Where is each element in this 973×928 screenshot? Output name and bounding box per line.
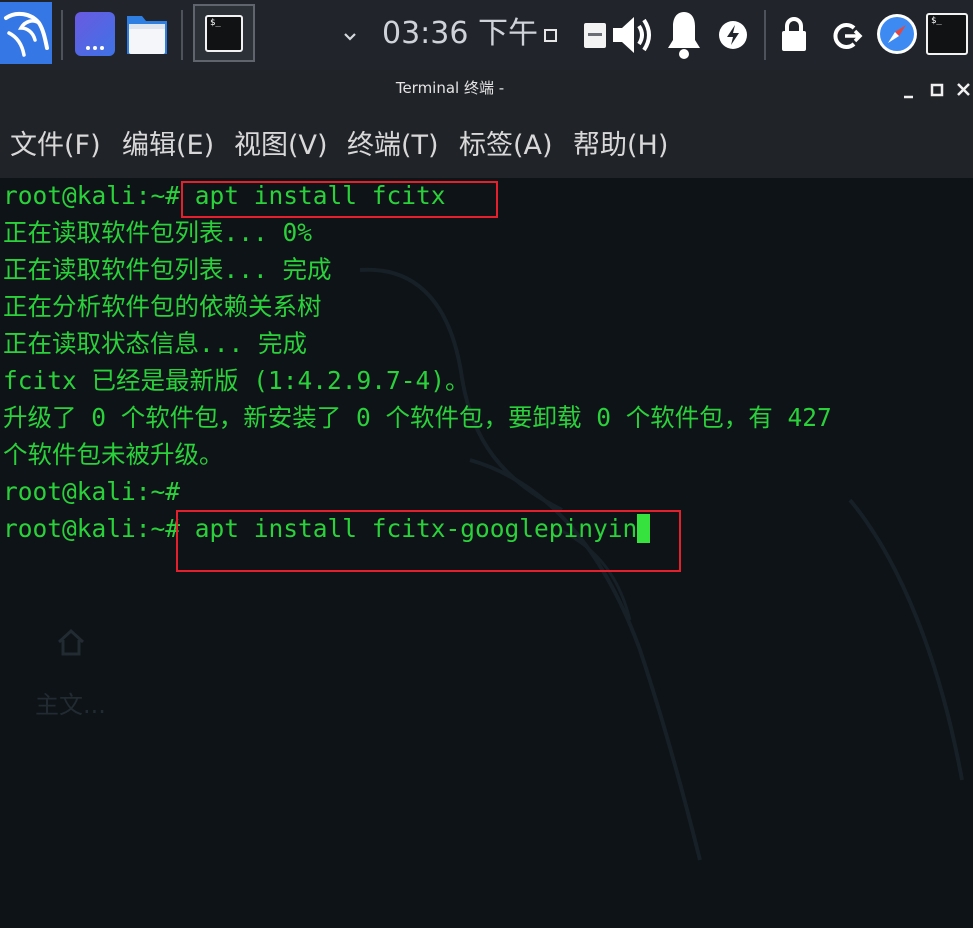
- highlight-box-command-2: [176, 510, 681, 572]
- lock-icon[interactable]: [780, 15, 808, 53]
- menu-help[interactable]: 帮助(H): [573, 127, 668, 165]
- terminal-text: root@kali:~# apt install fcitx 正在读取软件包列表…: [3, 178, 971, 547]
- keyboard-ctrl-icon[interactable]: [583, 22, 607, 49]
- taskbar-terminal-button[interactable]: $_: [193, 4, 255, 62]
- terminal-line: 正在分析软件包的依赖关系树: [3, 288, 971, 325]
- panel-separator: [764, 10, 766, 60]
- logout-icon[interactable]: [833, 21, 863, 51]
- terminal-line: 正在读取状态信息... 完成: [3, 325, 971, 362]
- power-shape: [719, 21, 747, 49]
- terminal-icon: $_: [205, 15, 243, 52]
- terminal-launcher-icon[interactable]: $_: [925, 12, 969, 56]
- panel-clock[interactable]: 03:36 下午: [382, 14, 538, 54]
- volume-icon[interactable]: [610, 12, 656, 58]
- terminal-line: fcitx 已经是最新版 (1:4.2.9.7-4)。: [3, 362, 971, 399]
- bell-shape: [668, 12, 700, 59]
- terminal-icon: $_: [926, 13, 968, 55]
- minimize-icon: [904, 95, 913, 99]
- terminal-icon-glyph: $_: [931, 16, 942, 26]
- menu-bar: 文件(F) 编辑(E) 视图(V) 终端(T) 标签(A) 帮助(H): [0, 108, 973, 178]
- minimize-button[interactable]: [902, 84, 916, 99]
- terminal-output[interactable]: 主文... root@kali:~# apt install fcitx 正在读…: [0, 178, 973, 928]
- terminal-line-text: 正在读取软件包列表... 0%: [3, 218, 313, 247]
- kali-dragon-icon: [4, 11, 49, 57]
- kali-menu-icon[interactable]: [0, 2, 52, 64]
- house-shape: [57, 628, 85, 656]
- terminal-line-text: 个软件包未被升级。: [3, 440, 224, 469]
- terminal-line: root@kali:~#: [3, 473, 971, 510]
- app-launcher-dots: [86, 46, 104, 50]
- file-manager-icon[interactable]: [124, 10, 170, 58]
- terminal-line-text: root@kali:~#: [3, 477, 181, 506]
- home-folder-label: 主文...: [35, 691, 106, 719]
- window-title: Terminal 终端 -: [395, 79, 505, 97]
- compass-shape: [877, 14, 917, 54]
- chevron-down-icon[interactable]: [342, 28, 358, 41]
- lock-shape: [782, 17, 806, 51]
- keyboard-ctrl-shape: [584, 23, 606, 48]
- terminal-line-text: 正在读取状态信息... 完成: [3, 329, 307, 358]
- menu-edit[interactable]: 编辑(E): [122, 127, 214, 165]
- browser-compass-icon[interactable]: [876, 13, 918, 55]
- maximize-button[interactable]: [930, 82, 944, 97]
- window-titlebar[interactable]: Terminal 终端 -: [0, 70, 973, 108]
- terminal-line-text: fcitx 已经是最新版 (1:4.2.9.7-4)。: [3, 366, 470, 395]
- window-square-icon[interactable]: [544, 29, 557, 42]
- panel-separator: [61, 10, 63, 60]
- menu-terminal[interactable]: 终端(T): [347, 127, 439, 165]
- close-button[interactable]: [956, 82, 971, 97]
- close-icon: [957, 83, 970, 96]
- terminal-line: 正在读取软件包列表... 完成: [3, 251, 971, 288]
- folder-icon: [127, 16, 167, 54]
- terminal-line: 个软件包未被升级。: [3, 436, 971, 473]
- logout-shape: [833, 23, 863, 49]
- menu-view[interactable]: 视图(V): [234, 127, 328, 165]
- volume-shape: [613, 17, 651, 53]
- bell-icon[interactable]: [665, 8, 703, 62]
- app-launcher-icon[interactable]: [75, 12, 115, 56]
- highlight-box-command-1: [181, 181, 498, 218]
- terminal-line: 正在读取软件包列表... 0%: [3, 214, 971, 251]
- terminal-icon-glyph: $_: [210, 18, 221, 28]
- menu-file[interactable]: 文件(F): [10, 127, 101, 165]
- menu-tabs[interactable]: 标签(A): [459, 127, 553, 165]
- power-icon[interactable]: [718, 20, 748, 50]
- home-folder-icon: [55, 626, 87, 658]
- chevron-down-shape: [344, 33, 356, 41]
- panel-separator: [181, 10, 183, 60]
- terminal-line-text: 正在读取软件包列表... 完成: [3, 255, 332, 284]
- terminal-line-text: 正在分析软件包的依赖关系树: [3, 292, 322, 321]
- maximize-icon: [930, 83, 944, 97]
- terminal-line-text: 升级了 0 个软件包，新安装了 0 个软件包，要卸载 0 个软件包，有 427: [3, 403, 832, 432]
- top-panel: $_ 03:36 下午 $_: [0, 0, 973, 70]
- terminal-line: 升级了 0 个软件包，新安装了 0 个软件包，要卸载 0 个软件包，有 427: [3, 399, 971, 436]
